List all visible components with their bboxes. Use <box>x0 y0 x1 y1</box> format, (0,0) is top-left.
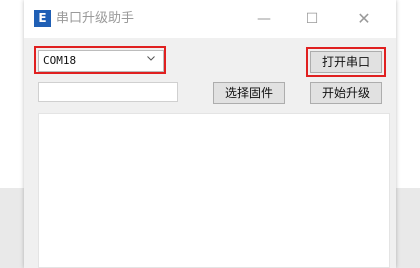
highlight-box-open <box>306 47 386 77</box>
minimize-button[interactable]: — <box>240 0 288 38</box>
close-button[interactable]: ✕ <box>340 0 388 38</box>
app-icon-letter: E <box>38 11 47 25</box>
maximize-icon: ☐ <box>305 11 319 27</box>
highlight-box-port <box>34 46 166 74</box>
select-firmware-button[interactable]: 选择固件 <box>213 82 285 104</box>
log-output-area[interactable] <box>38 113 390 268</box>
app-window: E 串口升级助手 — ☐ ✕ COM18 打开串口 选择固件 开始升级 <box>24 0 396 268</box>
client-area: COM18 打开串口 选择固件 开始升级 <box>24 38 396 268</box>
app-icon: E <box>34 10 51 27</box>
close-icon: ✕ <box>357 9 371 28</box>
minimize-icon: — <box>257 11 271 27</box>
window-title: 串口升级助手 <box>56 11 135 26</box>
start-upgrade-button[interactable]: 开始升级 <box>310 82 382 104</box>
firmware-path-input[interactable] <box>38 82 178 102</box>
maximize-button[interactable]: ☐ <box>288 0 336 38</box>
title-bar[interactable]: E 串口升级助手 — ☐ ✕ <box>24 0 396 38</box>
